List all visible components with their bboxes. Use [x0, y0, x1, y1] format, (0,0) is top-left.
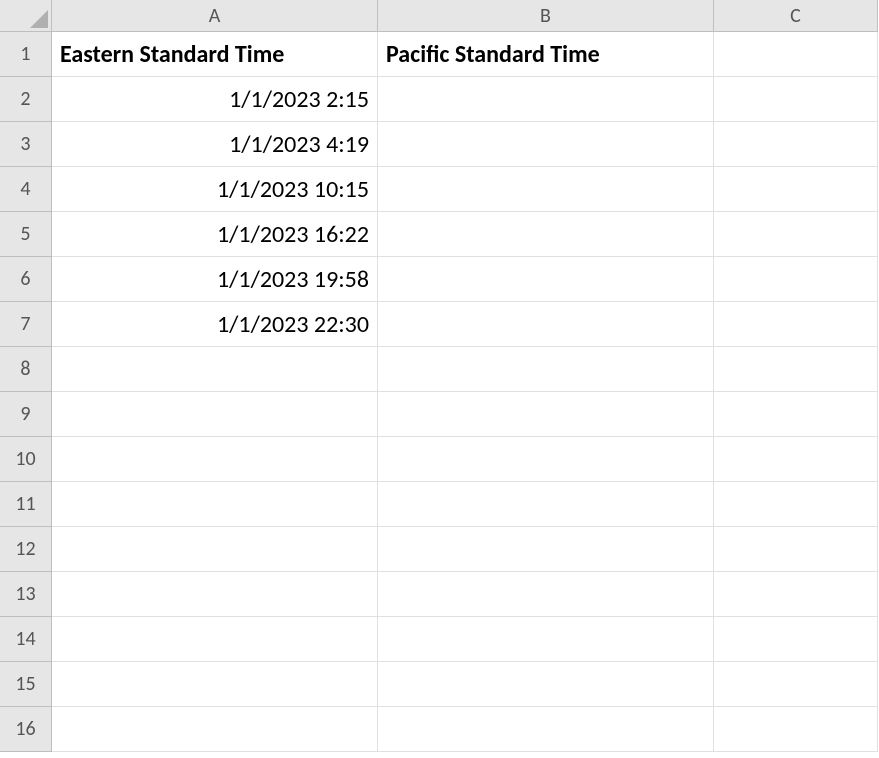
cell-C6[interactable] [714, 257, 878, 302]
row-header-15[interactable]: 15 [0, 662, 52, 707]
cell-A14[interactable] [52, 617, 378, 662]
column-header-A[interactable]: A [52, 0, 378, 32]
cell-C15[interactable] [714, 662, 878, 707]
cell-B7[interactable] [378, 302, 714, 347]
row-header-12[interactable]: 12 [0, 527, 52, 572]
row-header-3[interactable]: 3 [0, 122, 52, 167]
cell-A6[interactable]: 1/1/2023 19:58 [52, 257, 378, 302]
cell-C14[interactable] [714, 617, 878, 662]
row-header-5[interactable]: 5 [0, 212, 52, 257]
cell-A10[interactable] [52, 437, 378, 482]
cell-C10[interactable] [714, 437, 878, 482]
cell-A2[interactable]: 1/1/2023 2:15 [52, 77, 378, 122]
cell-A12[interactable] [52, 527, 378, 572]
row-header-11[interactable]: 11 [0, 482, 52, 527]
cell-B6[interactable] [378, 257, 714, 302]
row-header-2[interactable]: 2 [0, 77, 52, 122]
cell-B4[interactable] [378, 167, 714, 212]
row-header-14[interactable]: 14 [0, 617, 52, 662]
cell-C8[interactable] [714, 347, 878, 392]
cell-C7[interactable] [714, 302, 878, 347]
cell-B10[interactable] [378, 437, 714, 482]
cell-B5[interactable] [378, 212, 714, 257]
cell-B3[interactable] [378, 122, 714, 167]
cell-A5[interactable]: 1/1/2023 16:22 [52, 212, 378, 257]
row-header-10[interactable]: 10 [0, 437, 52, 482]
column-header-B[interactable]: B [378, 0, 714, 32]
cell-C16[interactable] [714, 707, 878, 752]
spreadsheet-grid: ABC 1Eastern Standard TimePacific Standar… [0, 0, 879, 752]
cell-B2[interactable] [378, 77, 714, 122]
row-header-8[interactable]: 8 [0, 347, 52, 392]
cell-A15[interactable] [52, 662, 378, 707]
row-header-7[interactable]: 7 [0, 302, 52, 347]
cell-B12[interactable] [378, 527, 714, 572]
column-header-C[interactable]: C [714, 0, 878, 32]
cell-C5[interactable] [714, 212, 878, 257]
row-header-13[interactable]: 13 [0, 572, 52, 617]
cell-A1[interactable]: Eastern Standard Time [52, 32, 378, 77]
cell-A8[interactable] [52, 347, 378, 392]
cell-B15[interactable] [378, 662, 714, 707]
cell-A7[interactable]: 1/1/2023 22:30 [52, 302, 378, 347]
cell-A3[interactable]: 1/1/2023 4:19 [52, 122, 378, 167]
cell-B8[interactable] [378, 347, 714, 392]
cell-C2[interactable] [714, 77, 878, 122]
cell-B13[interactable] [378, 572, 714, 617]
cell-C13[interactable] [714, 572, 878, 617]
cell-A11[interactable] [52, 482, 378, 527]
cell-C4[interactable] [714, 167, 878, 212]
row-header-1[interactable]: 1 [0, 32, 52, 77]
row-header-16[interactable]: 16 [0, 707, 52, 752]
cell-A16[interactable] [52, 707, 378, 752]
select-all-corner[interactable] [0, 0, 52, 32]
row-header-9[interactable]: 9 [0, 392, 52, 437]
cell-B16[interactable] [378, 707, 714, 752]
cell-C3[interactable] [714, 122, 878, 167]
row-header-6[interactable]: 6 [0, 257, 52, 302]
cell-B1[interactable]: Pacific Standard Time [378, 32, 714, 77]
row-header-4[interactable]: 4 [0, 167, 52, 212]
cell-B9[interactable] [378, 392, 714, 437]
cell-A4[interactable]: 1/1/2023 10:15 [52, 167, 378, 212]
cell-C9[interactable] [714, 392, 878, 437]
cell-B11[interactable] [378, 482, 714, 527]
cell-C11[interactable] [714, 482, 878, 527]
cell-C1[interactable] [714, 32, 878, 77]
cell-A9[interactable] [52, 392, 378, 437]
cell-B14[interactable] [378, 617, 714, 662]
cell-C12[interactable] [714, 527, 878, 572]
cell-A13[interactable] [52, 572, 378, 617]
